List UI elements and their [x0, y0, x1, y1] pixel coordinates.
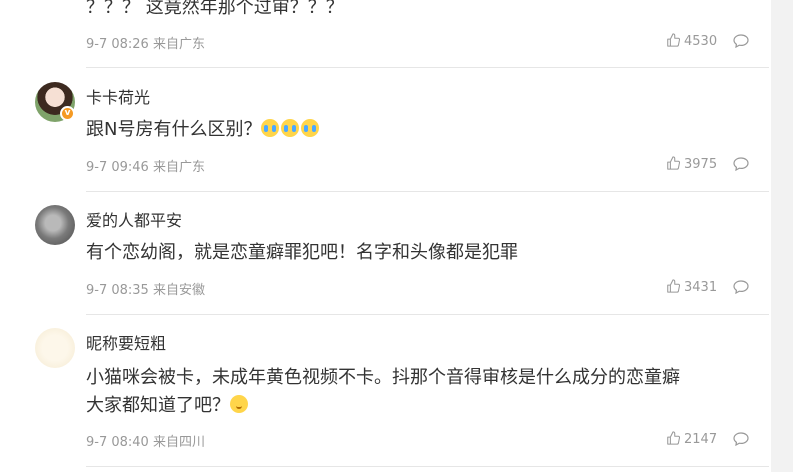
comment-time: 9-7 09:46: [86, 160, 149, 175]
like-button[interactable]: 4530: [666, 33, 717, 49]
comment-reply-icon[interactable]: [733, 34, 749, 48]
comment-meta: 9-7 08:35 来自安徽: [86, 279, 205, 298]
comment-source: 来自四川: [152, 435, 205, 450]
crying-face-icon: [281, 119, 300, 137]
crying-face-icon: [261, 119, 280, 137]
divider: [86, 466, 769, 467]
comment-username[interactable]: 卡卡荷光: [86, 84, 150, 108]
comment-meta: 9-7 08:26 来自广东: [86, 33, 205, 52]
thumbs-up-icon: [667, 156, 680, 170]
thumbs-up-icon: [667, 431, 680, 445]
comment-text: 有个恋幼阁，就是恋童癖罪犯吧！名字和头像都是犯罪: [86, 242, 518, 263]
thumbs-up-icon: [667, 33, 680, 47]
like-count: 3431: [684, 280, 718, 295]
comment-meta: 9-7 09:46 来自广东: [86, 156, 205, 175]
thumbs-up-icon: [667, 279, 680, 293]
page-gutter: [771, 0, 793, 472]
comment-meta: 9-7 08:40 来自四川: [86, 431, 205, 450]
like-count: 4530: [684, 34, 718, 49]
comment-list: ？？？ 这竟然年那个过审？？？ 9-7 08:26 来自广东 4530 v 卡卡…: [0, 0, 771, 472]
comment-reply-icon[interactable]: [733, 157, 749, 171]
avatar[interactable]: [35, 328, 75, 368]
comment-username[interactable]: 昵称要短粗: [86, 330, 166, 354]
divider: [86, 314, 769, 315]
like-button[interactable]: 2147: [666, 431, 717, 447]
avatar[interactable]: [35, 205, 75, 245]
like-button[interactable]: 3975: [666, 156, 717, 172]
comment-reply-icon[interactable]: [733, 280, 749, 294]
comment-text: 小猫咪会被卡，未成年黄色视频不卡。抖那个音得审核是什么成分的恋童癖 大家都知道了…: [86, 367, 680, 416]
like-button[interactable]: 3431: [666, 279, 717, 295]
comment-time: 9-7 08:26: [86, 37, 149, 52]
comment-time: 9-7 08:35: [86, 283, 149, 298]
comment-source: 来自安徽: [152, 283, 205, 298]
comment-username[interactable]: 爱的人都平安: [86, 207, 182, 231]
divider: [86, 191, 769, 192]
crying-face-icon: [301, 119, 320, 137]
comment-text: 跟N号房有什么区别？: [86, 116, 766, 144]
like-count: 2147: [684, 432, 718, 447]
comment-source: 来自广东: [152, 160, 205, 175]
thinking-face-icon: [230, 395, 248, 413]
verified-badge-icon: v: [60, 106, 75, 121]
comment-time: 9-7 08:40: [86, 435, 149, 450]
like-count: 3975: [684, 157, 718, 172]
divider: [86, 67, 769, 68]
comment-text: ？？？ 这竟然年那个过审？？？: [86, 0, 344, 18]
comment-source: 来自广东: [152, 37, 205, 52]
comment-reply-icon[interactable]: [733, 432, 749, 446]
